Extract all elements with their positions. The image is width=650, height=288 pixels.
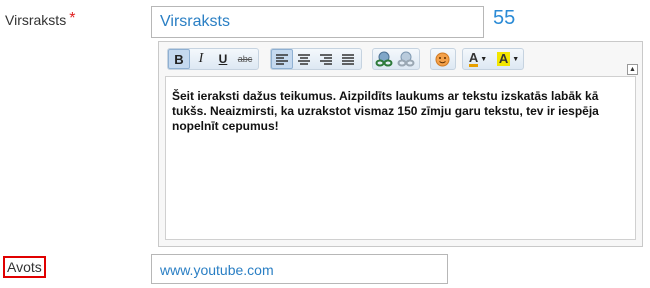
title-input[interactable]: Virsraksts [151, 6, 484, 38]
align-right-button[interactable] [315, 49, 337, 69]
unlink-icon [397, 51, 415, 67]
title-label-text: Virsraksts [5, 12, 67, 28]
align-left-icon [276, 53, 288, 65]
italic-button[interactable]: I [190, 49, 212, 69]
align-justify-icon [342, 53, 354, 65]
smiley-icon [435, 52, 449, 66]
underline-button[interactable]: U [212, 49, 234, 69]
text-style-group: B I U abc [167, 48, 259, 70]
background-color-icon: A [496, 51, 511, 66]
emoticon-button[interactable] [431, 49, 453, 69]
title-label: Virsraksts * [5, 10, 76, 30]
background-color-button[interactable]: A ▼ [493, 49, 523, 69]
rich-text-editor: B I U abc A ▼ A ▼ ▲ Šeit ieraksti dažus … [158, 41, 643, 247]
insert-link-button[interactable] [373, 49, 395, 69]
remove-link-button[interactable] [395, 49, 417, 69]
align-right-icon [320, 53, 332, 65]
bold-button[interactable]: B [168, 49, 190, 69]
align-center-button[interactable] [293, 49, 315, 69]
source-input[interactable]: www.youtube.com [151, 254, 448, 284]
emoticon-group [430, 48, 456, 70]
editor-body-text: Šeit ieraksti dažus teikumus. Aizpildīts… [172, 89, 599, 133]
text-color-dropdown-icon: ▼ [480, 55, 488, 63]
align-left-button[interactable] [271, 49, 293, 69]
align-center-icon [298, 53, 310, 65]
alignment-group [270, 48, 362, 70]
link-group [372, 48, 420, 70]
align-justify-button[interactable] [337, 49, 359, 69]
text-color-button[interactable]: A ▼ [463, 49, 493, 69]
required-asterisk: * [69, 10, 76, 27]
collapse-toolbar-button[interactable]: ▲ [627, 64, 638, 75]
color-group: A ▼ A ▼ [462, 48, 524, 70]
background-color-dropdown-icon: ▼ [512, 55, 520, 63]
char-count: 55 [493, 7, 516, 29]
link-icon [375, 51, 393, 67]
editor-toolbar: B I U abc A ▼ A ▼ ▲ [159, 42, 642, 76]
editor-content-area[interactable]: Šeit ieraksti dažus teikumus. Aizpildīts… [165, 76, 636, 240]
text-color-icon: A [468, 49, 479, 67]
strikethrough-button[interactable]: abc [234, 49, 256, 69]
source-label: Avots [3, 256, 46, 278]
